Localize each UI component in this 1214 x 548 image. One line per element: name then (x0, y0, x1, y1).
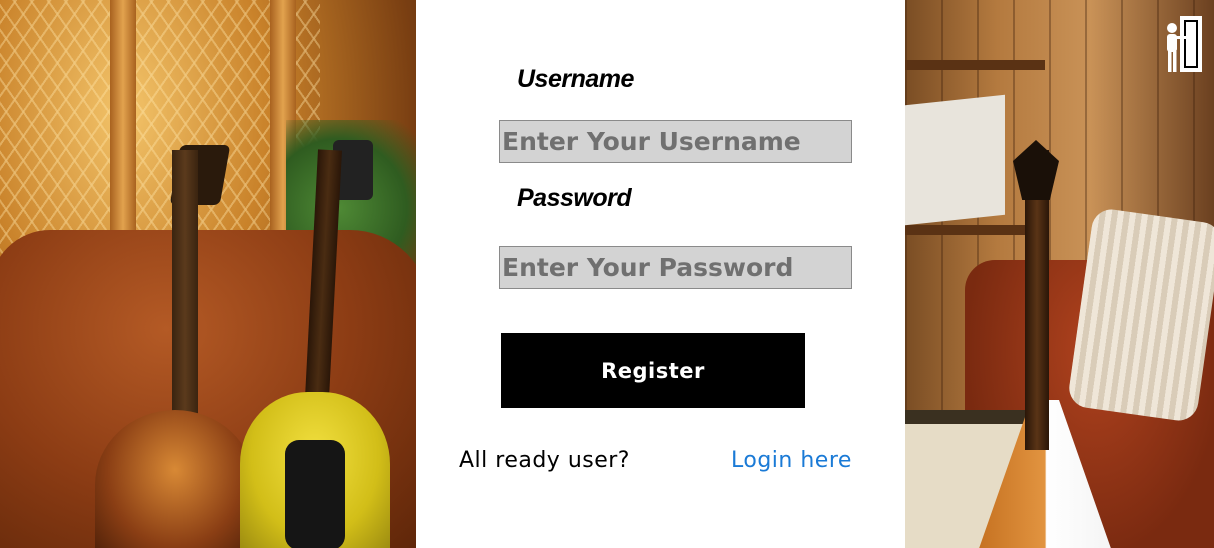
login-link[interactable]: Login here (731, 448, 852, 473)
left-guitar-photo (0, 0, 416, 548)
screen-post (110, 0, 136, 260)
existing-user-prompt: All ready user? (459, 448, 630, 473)
shelf (905, 225, 1045, 235)
password-label: Password (517, 184, 632, 212)
username-label: Username (517, 65, 634, 93)
door-exit-icon[interactable] (1164, 14, 1204, 76)
vinyl-record (905, 94, 1005, 226)
shelf (905, 60, 1045, 70)
right-guitar-photo (905, 0, 1214, 548)
username-input[interactable] (499, 120, 852, 163)
password-input[interactable] (499, 246, 852, 289)
register-button[interactable]: Register (501, 333, 805, 408)
